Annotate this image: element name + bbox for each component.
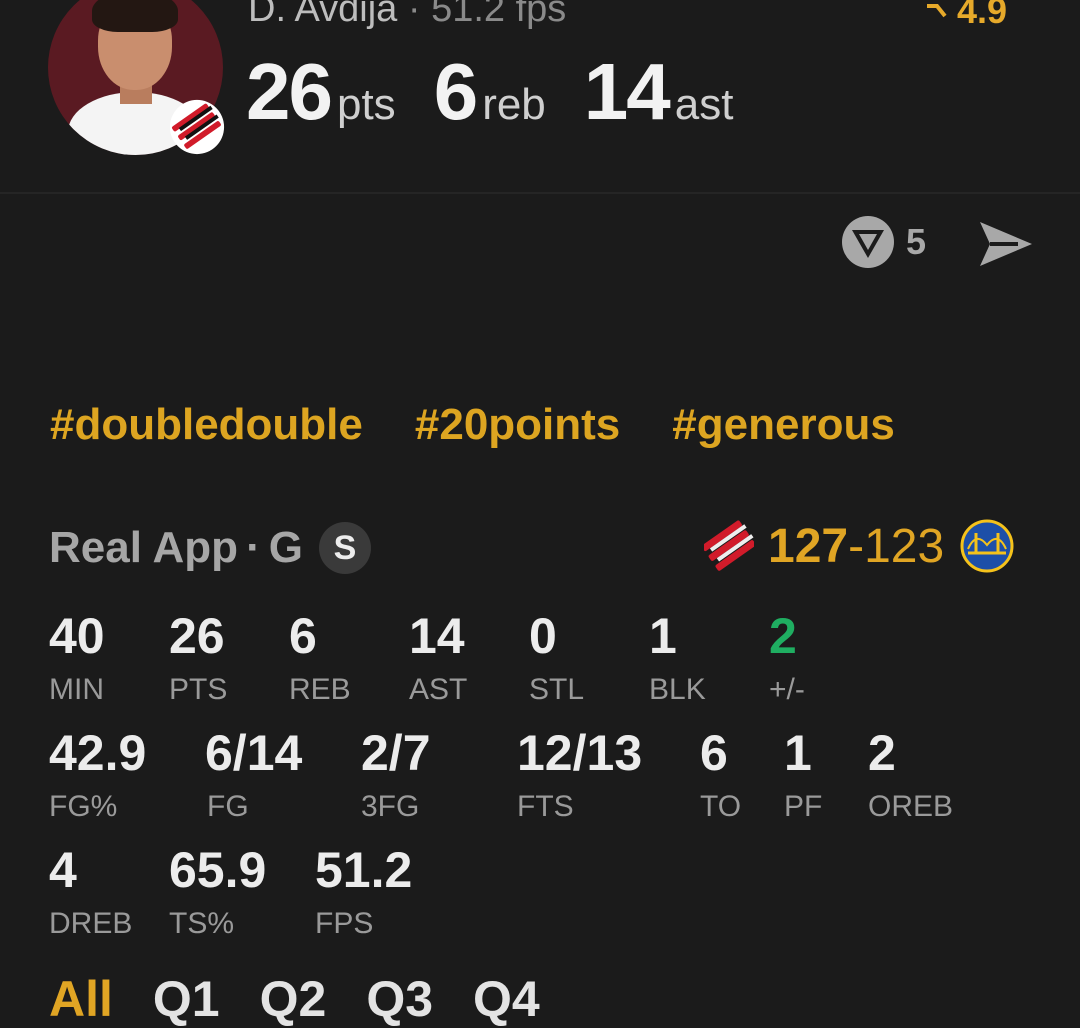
divider	[0, 192, 1080, 194]
stat-fts: 12/13 FTS	[517, 728, 642, 822]
stat-fg-pct: 42.9 FG%	[49, 728, 146, 822]
player-name-line: D. Avdija · 51.2 fps	[248, 0, 566, 31]
stat-label: TO	[700, 790, 742, 823]
headline-rebounds-unit: reb	[482, 80, 546, 129]
comment-icon	[842, 216, 894, 268]
stat-label: FPS	[315, 907, 374, 940]
stat-label: 3FG	[361, 790, 420, 823]
stat-value: 6	[289, 608, 317, 664]
stat-pf: 1 PF	[784, 728, 822, 822]
tab-q2[interactable]: Q2	[260, 970, 327, 1028]
stat-value: 2	[769, 608, 797, 664]
tag-20points[interactable]: #20points	[415, 400, 620, 450]
stat-label: MIN	[49, 673, 104, 706]
headline-stats: 26 pts 6 reb 14 ast	[246, 46, 771, 138]
stat-value: 12/13	[517, 725, 643, 781]
stat-value: 51.2	[315, 842, 413, 898]
stat-label: FG%	[49, 790, 118, 823]
tag-doubledouble[interactable]: #doubledouble	[50, 400, 363, 450]
stat-blk: 1 BLK	[649, 611, 706, 705]
stat-reb: 6 REB	[289, 611, 351, 705]
stat-ast: 14 AST	[409, 611, 467, 705]
stat-min: 40 MIN	[49, 611, 105, 705]
headline-assists-value: 14	[583, 47, 671, 136]
warriors-logo-icon	[960, 519, 1014, 573]
stat-value: 40	[49, 608, 105, 664]
stat-3fg: 2/7 3FG	[361, 728, 431, 822]
quarter-tabs: All Q1 Q2 Q3 Q4	[49, 970, 540, 1028]
stat-value: 14	[409, 608, 465, 664]
stat-value: 2	[868, 725, 896, 781]
stat-label: OREB	[868, 790, 954, 823]
player-name[interactable]: D. Avdija	[248, 0, 397, 30]
stat-ts-pct: 65.9 TS%	[169, 845, 266, 939]
stat-oreb: 2 OREB	[868, 728, 953, 822]
stat-value: 0	[529, 608, 557, 664]
stat-plus-minus: 2 +/-	[769, 611, 805, 705]
stat-pts: 26 PTS	[169, 611, 227, 705]
stat-label: PF	[784, 790, 823, 823]
tag-generous[interactable]: #generous	[672, 400, 895, 450]
position-label: G	[268, 523, 303, 572]
comment-count: 5	[906, 221, 927, 262]
share-send-icon[interactable]	[978, 220, 1034, 268]
stat-label: FTS	[517, 790, 574, 823]
stat-label: STL	[529, 673, 585, 706]
stat-label: DREB	[49, 907, 133, 940]
stat-label: PTS	[169, 673, 228, 706]
stat-label: BLK	[649, 673, 706, 706]
blazers-logo-icon	[169, 99, 225, 155]
score-away: 123	[864, 519, 945, 573]
tab-q3[interactable]: Q3	[366, 970, 433, 1028]
score-home: 127	[768, 519, 849, 573]
stat-stl: 0 STL	[529, 611, 584, 705]
stat-to: 6 TO	[700, 728, 741, 822]
tab-q4[interactable]: Q4	[473, 970, 540, 1028]
box-score-title: Real App · G S	[49, 522, 371, 574]
player-fps: 51.2 fps	[431, 0, 567, 30]
stat-value: 4	[49, 842, 77, 898]
stat-label: TS%	[169, 907, 235, 940]
headline-points-unit: pts	[336, 80, 396, 129]
stat-label: REB	[289, 673, 351, 706]
stat-value: 6/14	[205, 725, 303, 781]
source-label: Real App	[49, 523, 239, 572]
game-score[interactable]: 127-123	[704, 518, 1014, 574]
stat-fg: 6/14 FG	[205, 728, 302, 822]
headline-points-value: 26	[246, 47, 333, 136]
stat-dreb: 4 DREB	[49, 845, 132, 939]
starter-badge: S	[318, 522, 371, 574]
tags-row: #doubledouble #20points #generous	[50, 400, 895, 450]
rating-badge[interactable]: 4.9	[925, 0, 1007, 32]
stat-value: 1	[784, 725, 812, 781]
tab-q1[interactable]: Q1	[153, 970, 220, 1028]
stat-fps: 51.2 FPS	[315, 845, 412, 939]
rating-arrow-icon	[927, 4, 947, 18]
stat-value: 2/7	[361, 725, 431, 781]
rating-value: 4.9	[957, 0, 1008, 31]
stat-value: 65.9	[169, 842, 267, 898]
stat-label: FG	[207, 790, 249, 823]
stat-label: AST	[409, 673, 468, 706]
headline-assists-unit: ast	[674, 80, 734, 129]
headline-rebounds-value: 6	[433, 47, 478, 136]
tab-all[interactable]: All	[49, 970, 113, 1028]
stat-value: 6	[700, 725, 728, 781]
blazers-logo-icon	[704, 520, 754, 571]
comment-button[interactable]: 5	[840, 214, 926, 270]
stat-value: 26	[169, 608, 225, 664]
stat-value: 1	[649, 608, 677, 664]
stat-label: +/-	[769, 673, 805, 706]
stat-value: 42.9	[49, 725, 147, 781]
score-separator: -	[848, 519, 865, 573]
